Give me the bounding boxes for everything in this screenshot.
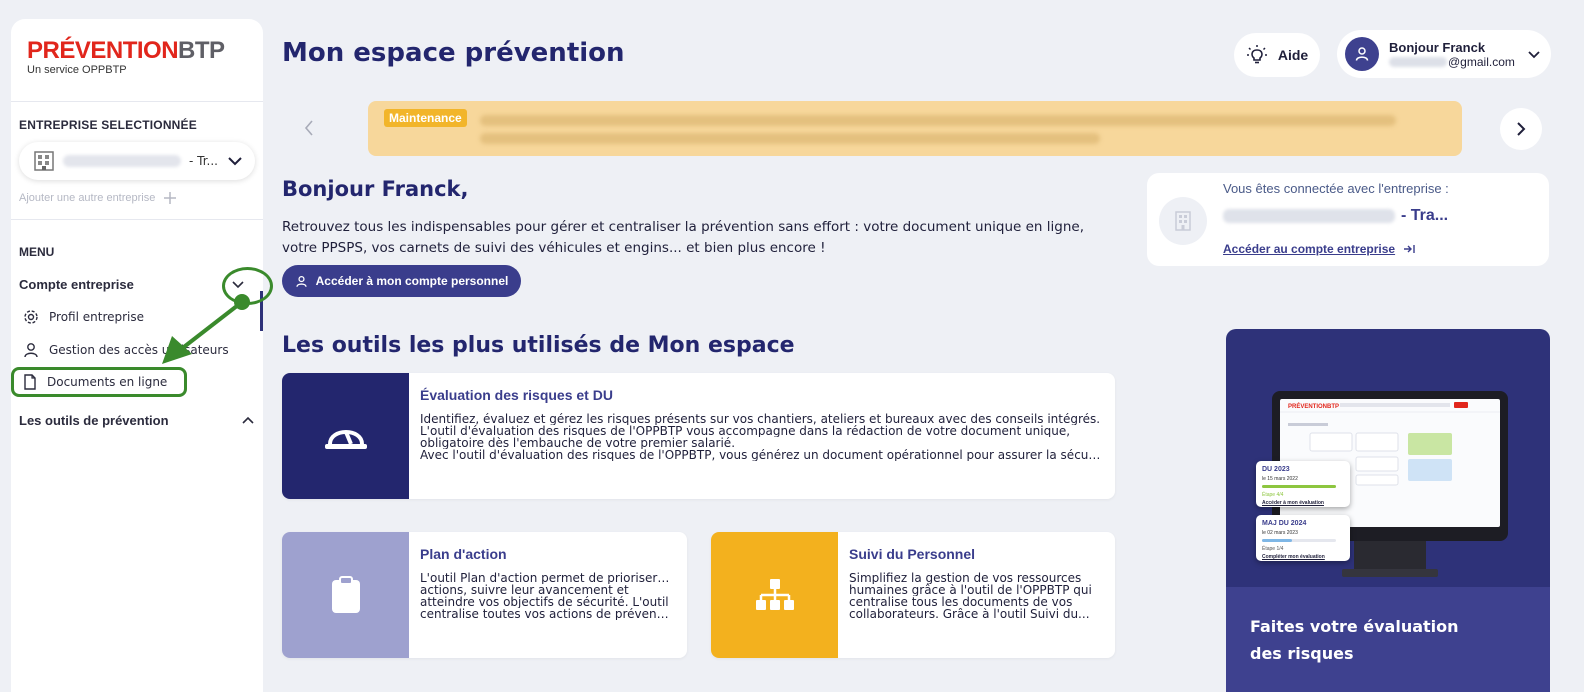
tool-card-action-plan[interactable]: Plan d'action L'outil Plan d'action perm… (282, 532, 687, 658)
add-company-link[interactable]: Ajouter une autre entreprise (19, 191, 177, 205)
page-title: Mon espace prévention (282, 38, 625, 68)
mini-card-du-2023: DU 2023 le 15 mars 2022 Étape 4/4 Accéde… (1256, 461, 1350, 507)
company-name-suffix: - Tr... (189, 154, 218, 168)
clipboard-icon (331, 576, 360, 613)
monitor-base (1342, 569, 1438, 577)
tool-card-staff-monitoring[interactable]: Suivi du Personnel Simplifiez la gestion… (711, 532, 1115, 658)
connected-company-name: - Tra... (1223, 207, 1448, 225)
selected-company-title: ENTREPRISE SELECTIONNÉE (19, 118, 197, 132)
divider (11, 219, 263, 220)
annotation-circle (222, 267, 273, 305)
building-icon (1159, 197, 1207, 245)
user-email: @gmail.com (1389, 55, 1515, 69)
user-greeting: Bonjour Franck (1389, 39, 1486, 55)
help-label: Aide (1277, 47, 1309, 63)
user-icon (24, 343, 38, 358)
menu-group-label: Compte entreprise (19, 277, 134, 292)
logo-subtitle: Un service OPPBTP (27, 64, 127, 76)
monitor-stand (1354, 541, 1426, 569)
menu-group-prevention-tools[interactable]: Les outils de prévention (19, 413, 255, 428)
carousel-prev-button[interactable] (300, 118, 318, 138)
tool-card-risk-assessment[interactable]: Évaluation des risques et DU Identifiez,… (282, 373, 1115, 499)
user-icon (296, 275, 307, 287)
personal-account-label: Accéder à mon compte personnel (315, 274, 509, 288)
tool-icon-tile (282, 532, 409, 658)
chevron-up-icon[interactable] (241, 416, 255, 425)
logo-text-prevention: PRÉVENTION (27, 37, 179, 64)
divider (11, 101, 263, 102)
tool-icon-tile (711, 532, 838, 658)
tool-description: Simplifiez la gestion de vos ressources … (849, 572, 1092, 620)
company-name-redacted (63, 155, 181, 167)
company-account-link[interactable]: Accéder au compte entreprise (1223, 242, 1415, 256)
add-company-label: Ajouter une autre entreprise (19, 192, 156, 204)
plus-icon (164, 192, 177, 204)
menu-group-label: Les outils de prévention (19, 413, 169, 428)
tool-icon-tile (282, 373, 409, 499)
user-menu[interactable]: Bonjour Franck @gmail.com (1337, 30, 1551, 78)
sidebar-item-user-access[interactable]: Gestion des accès utilisateurs (23, 342, 229, 358)
tool-description: Identifiez, évaluez et gérez les risques… (420, 413, 1101, 461)
intro-text: Retrouvez tous les indispensables pour g… (282, 219, 1084, 256)
banner-text-redacted (480, 115, 1396, 126)
banner-text-redacted (480, 133, 1100, 144)
annotation-highlight-box (11, 367, 187, 397)
greeting-title: Bonjour Franck, (282, 177, 469, 201)
org-chart-icon (755, 579, 794, 610)
tools-section-title: Les outils les plus utilisés de Mon espa… (282, 333, 795, 358)
user-icon (1355, 47, 1369, 61)
chevron-down-icon (228, 157, 242, 166)
sidebar-item-label: Gestion des accès utilisateurs (49, 343, 229, 357)
logo[interactable]: PRÉVENTIONBTP Un service OPPBTP (27, 37, 225, 77)
promo-title: Faites votre évaluation des risques (1250, 617, 1459, 663)
tool-title: Suivi du Personnel (849, 546, 976, 562)
chevron-right-icon (1517, 122, 1526, 136)
personal-account-button[interactable]: Accéder à mon compte personnel (282, 265, 521, 297)
help-button[interactable]: Aide (1234, 33, 1320, 77)
risk-assessment-promo[interactable]: PRÉVENTIONBTP DU 2023 le 15 mars 2022 Ét… (1226, 329, 1550, 692)
menu-group-company-account[interactable]: Compte entreprise (19, 277, 253, 292)
arrow-to-right-icon (1404, 245, 1415, 253)
gear-icon (24, 310, 38, 324)
maintenance-tag: Maintenance (384, 109, 467, 127)
maintenance-banner: Maintenance (368, 101, 1462, 156)
helmet-icon (324, 430, 367, 449)
sidebar: PRÉVENTIONBTP Un service OPPBTP ENTREPRI… (11, 19, 273, 692)
avatar (1345, 37, 1379, 71)
tool-title: Plan d'action (420, 546, 507, 562)
svg-text:PRÉVENTIONBTP: PRÉVENTIONBTP (1288, 402, 1339, 410)
connected-company-card: Vous êtes connectée avec l'entreprise : … (1147, 173, 1549, 266)
tool-title: Évaluation des risques et DU (420, 387, 613, 403)
menu-title: MENU (19, 245, 55, 259)
company-selector[interactable]: - Tr... (19, 142, 255, 180)
logo-text-btp: BTP (178, 37, 225, 64)
building-icon (34, 151, 54, 171)
lightbulb-icon (1246, 45, 1267, 64)
chevron-down-icon (1528, 50, 1540, 58)
mini-card-maj-du-2024: MAJ DU 2024 le 02 mars 2023 Étape 1/4 Co… (1256, 515, 1350, 561)
connected-company-label: Vous êtes connectée avec l'entreprise : (1223, 181, 1449, 196)
sidebar-item-company-profile[interactable]: Profil entreprise (23, 309, 144, 325)
carousel-next-button[interactable] (1500, 108, 1542, 150)
tool-description: L'outil Plan d'action permet de priorise… (420, 572, 673, 620)
sidebar-item-label: Profil entreprise (49, 310, 145, 324)
